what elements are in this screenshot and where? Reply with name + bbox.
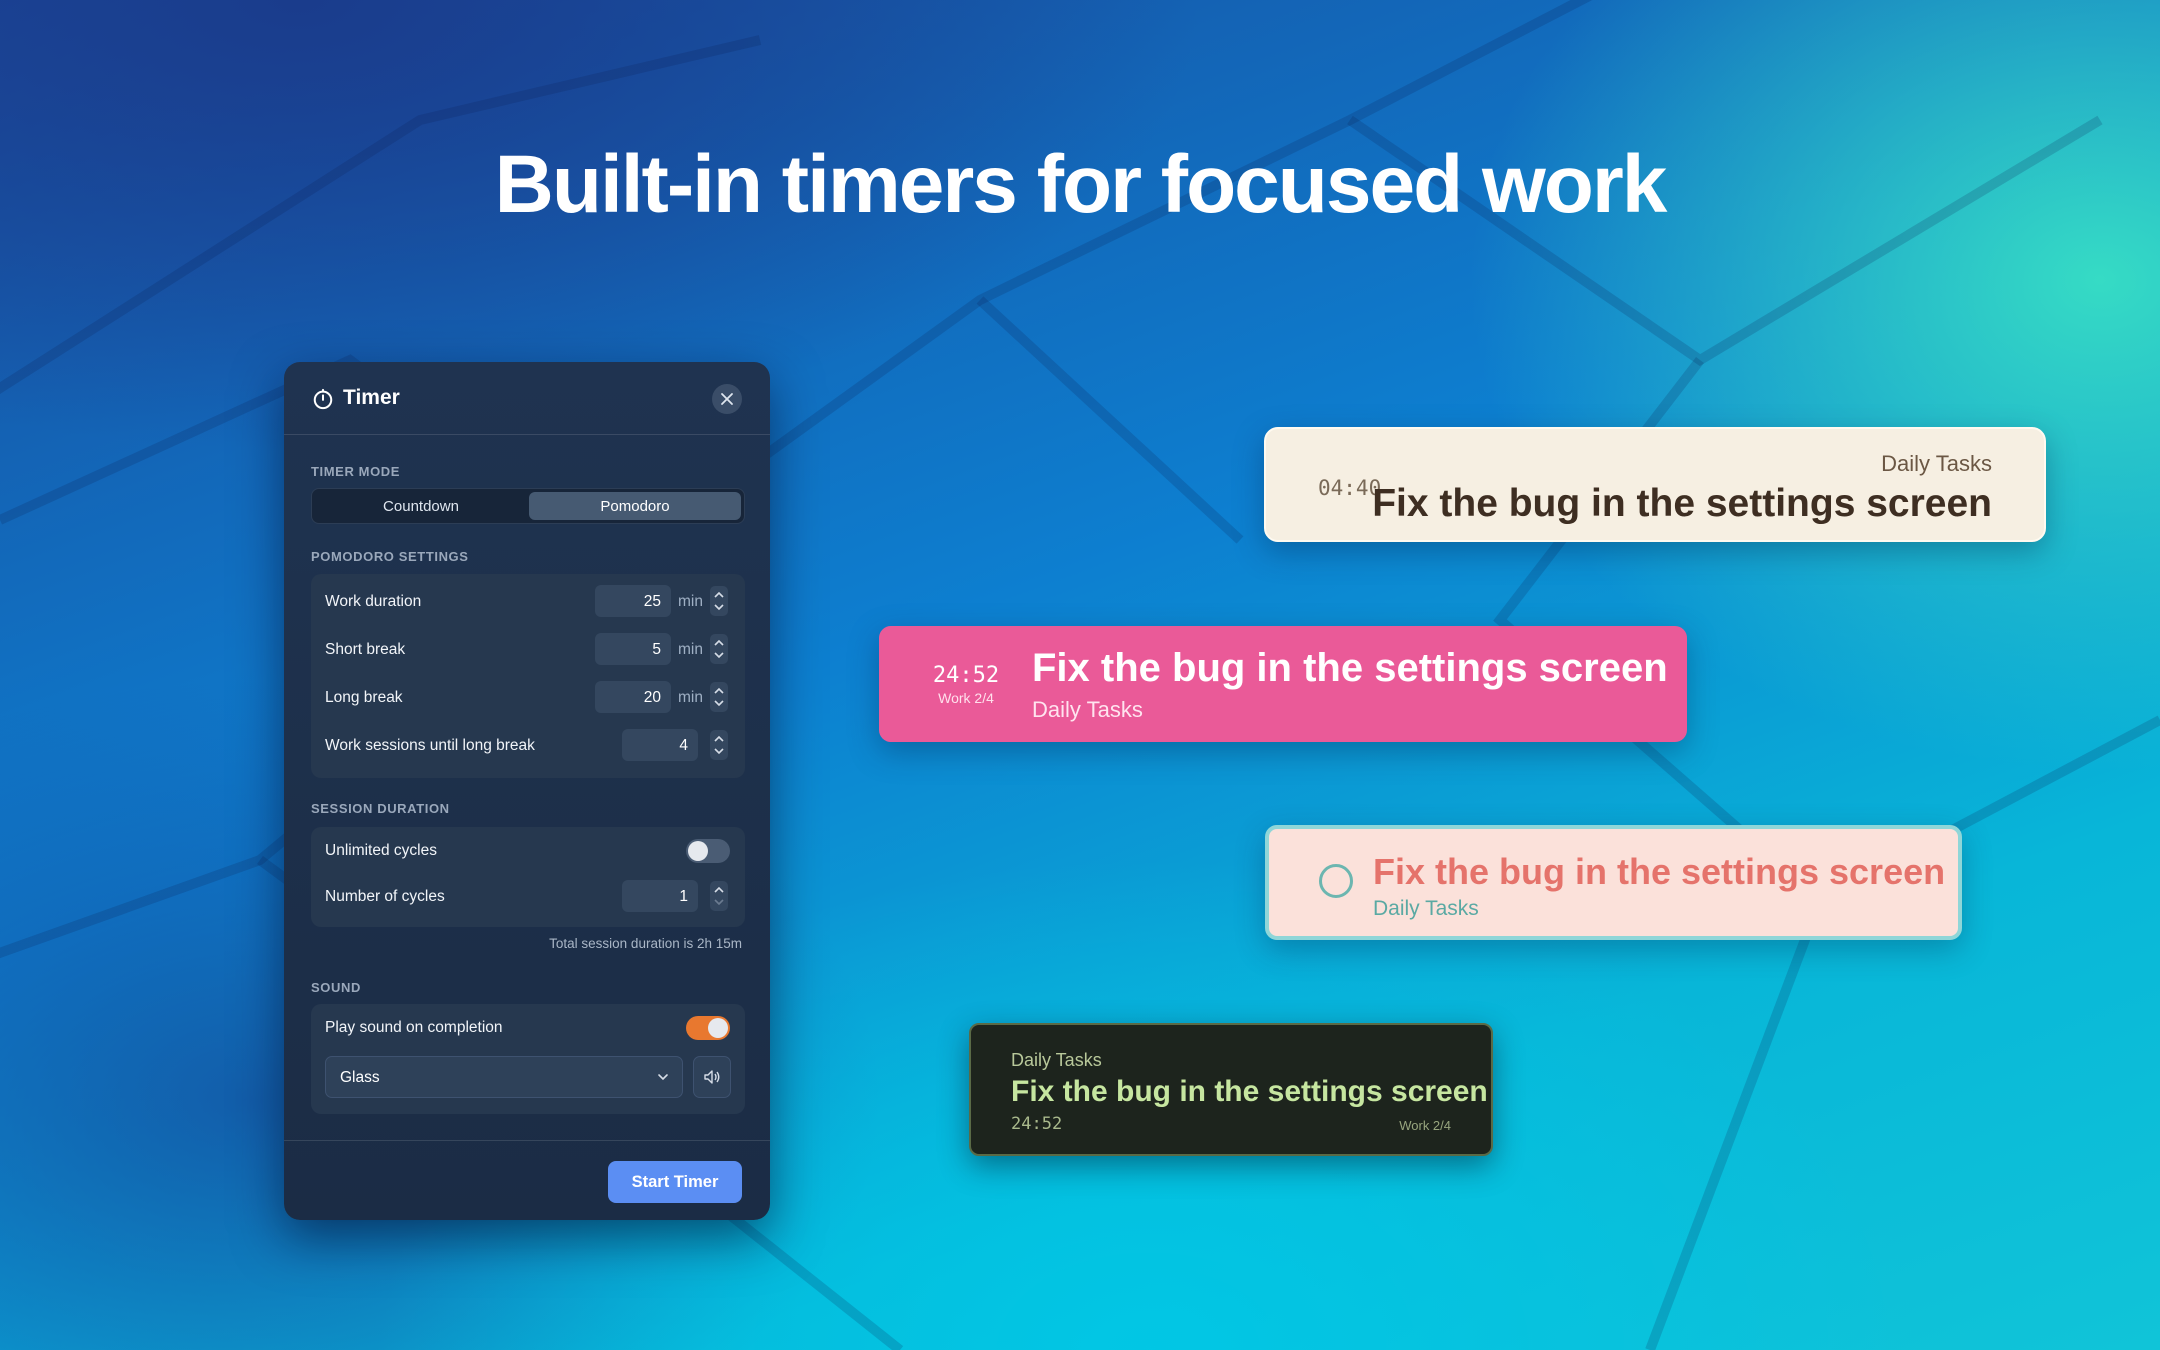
unlimited-cycles-label: Unlimited cycles bbox=[325, 842, 437, 859]
pomodoro-settings-label: POMODORO SETTINGS bbox=[311, 549, 469, 564]
number-of-cycles-input[interactable]: 1 bbox=[622, 880, 698, 912]
card-list-name: Daily Tasks bbox=[1032, 697, 1143, 722]
unlimited-cycles-row: Unlimited cycles bbox=[311, 831, 745, 871]
play-sound-label: Play sound on completion bbox=[325, 1019, 503, 1036]
sound-select[interactable]: Glass bbox=[325, 1056, 683, 1098]
short-break-unit: min bbox=[678, 641, 703, 658]
panel-title: Timer bbox=[343, 386, 400, 409]
number-of-cycles-row: Number of cycles 1 bbox=[311, 877, 745, 917]
speaker-icon bbox=[704, 1070, 720, 1084]
task-card-cream[interactable]: 04:40 Daily Tasks Fix the bug in the set… bbox=[1264, 427, 2046, 542]
play-sound-toggle[interactable] bbox=[686, 1016, 730, 1040]
task-card-peach[interactable]: Fix the bug in the settings screen Daily… bbox=[1265, 825, 1962, 940]
card-list-name: Daily Tasks bbox=[1373, 897, 1479, 920]
mode-pomodoro-option[interactable]: Pomodoro bbox=[529, 492, 741, 520]
session-duration-card: Unlimited cycles Number of cycles 1 bbox=[311, 827, 745, 927]
card-timer: 24:52 bbox=[932, 663, 1000, 688]
chevron-down-icon bbox=[658, 1074, 668, 1081]
close-button[interactable] bbox=[712, 384, 742, 414]
circle-checkbox-icon[interactable] bbox=[1319, 864, 1353, 898]
pomodoro-settings-card: Work duration 25 min Short break 5 min L… bbox=[311, 574, 745, 778]
timer-panel: Timer TIMER MODE Countdown Pomodoro POMO… bbox=[284, 362, 770, 1220]
long-break-label: Long break bbox=[325, 689, 403, 706]
card-list-name: Daily Tasks bbox=[1011, 1050, 1102, 1070]
work-duration-label: Work duration bbox=[325, 593, 422, 610]
session-duration-label: SESSION DURATION bbox=[311, 801, 450, 816]
short-break-input[interactable]: 5 bbox=[595, 633, 671, 665]
sound-label: SOUND bbox=[311, 980, 361, 995]
long-break-stepper[interactable] bbox=[709, 681, 729, 713]
short-break-row: Short break 5 min bbox=[311, 630, 745, 670]
work-sessions-row: Work sessions until long break 4 bbox=[311, 726, 745, 766]
work-duration-input[interactable]: 25 bbox=[595, 585, 671, 617]
card-timer: 24:52 bbox=[1011, 1114, 1063, 1134]
short-break-stepper[interactable] bbox=[709, 633, 729, 665]
card-task-title: Fix the bug in the settings screen bbox=[1011, 1075, 1488, 1108]
start-timer-button[interactable]: Start Timer bbox=[608, 1161, 742, 1203]
play-sound-row: Play sound on completion bbox=[311, 1008, 745, 1048]
short-break-label: Short break bbox=[325, 641, 406, 658]
sound-select-value: Glass bbox=[340, 1069, 380, 1086]
work-duration-row: Work duration 25 min bbox=[311, 582, 745, 622]
work-sessions-label: Work sessions until long break bbox=[325, 737, 535, 754]
toggle-knob bbox=[688, 841, 708, 861]
preview-sound-button[interactable] bbox=[693, 1056, 731, 1098]
task-card-dark[interactable]: Daily Tasks Fix the bug in the settings … bbox=[969, 1023, 1493, 1156]
card-task-title: Fix the bug in the settings screen bbox=[1372, 482, 1992, 525]
mode-countdown-option[interactable]: Countdown bbox=[315, 492, 527, 520]
number-of-cycles-label: Number of cycles bbox=[325, 888, 445, 905]
close-icon bbox=[721, 393, 733, 405]
card-session-progress: Work 2/4 bbox=[1399, 1118, 1451, 1133]
long-break-unit: min bbox=[678, 689, 703, 706]
card-session-progress: Work 2/4 bbox=[938, 690, 994, 706]
headline: Built-in timers for focused work bbox=[494, 139, 1668, 230]
timer-icon bbox=[313, 388, 333, 410]
long-break-input[interactable]: 20 bbox=[595, 681, 671, 713]
work-sessions-stepper[interactable] bbox=[709, 729, 729, 761]
card-list-name: Daily Tasks bbox=[1881, 451, 1992, 476]
task-card-pink[interactable]: 24:52 Work 2/4 Fix the bug in the settin… bbox=[879, 626, 1687, 742]
panel-footer: Start Timer bbox=[284, 1140, 770, 1220]
card-task-title: Fix the bug in the settings screen bbox=[1373, 851, 1946, 892]
panel-header: Timer bbox=[284, 362, 770, 435]
timer-mode-label: TIMER MODE bbox=[311, 464, 401, 479]
work-duration-stepper[interactable] bbox=[709, 585, 729, 617]
sound-card: Play sound on completion Glass bbox=[311, 1004, 745, 1114]
unlimited-cycles-toggle[interactable] bbox=[686, 839, 730, 863]
card-task-title: Fix the bug in the settings screen bbox=[1032, 646, 1668, 690]
toggle-knob bbox=[708, 1018, 728, 1038]
total-duration-hint: Total session duration is 2h 15m bbox=[549, 936, 742, 951]
long-break-row: Long break 20 min bbox=[311, 678, 745, 718]
number-of-cycles-stepper[interactable] bbox=[709, 880, 729, 912]
work-duration-unit: min bbox=[678, 593, 703, 610]
timer-mode-segmented-control: Countdown Pomodoro bbox=[311, 488, 745, 524]
work-sessions-input[interactable]: 4 bbox=[622, 729, 698, 761]
